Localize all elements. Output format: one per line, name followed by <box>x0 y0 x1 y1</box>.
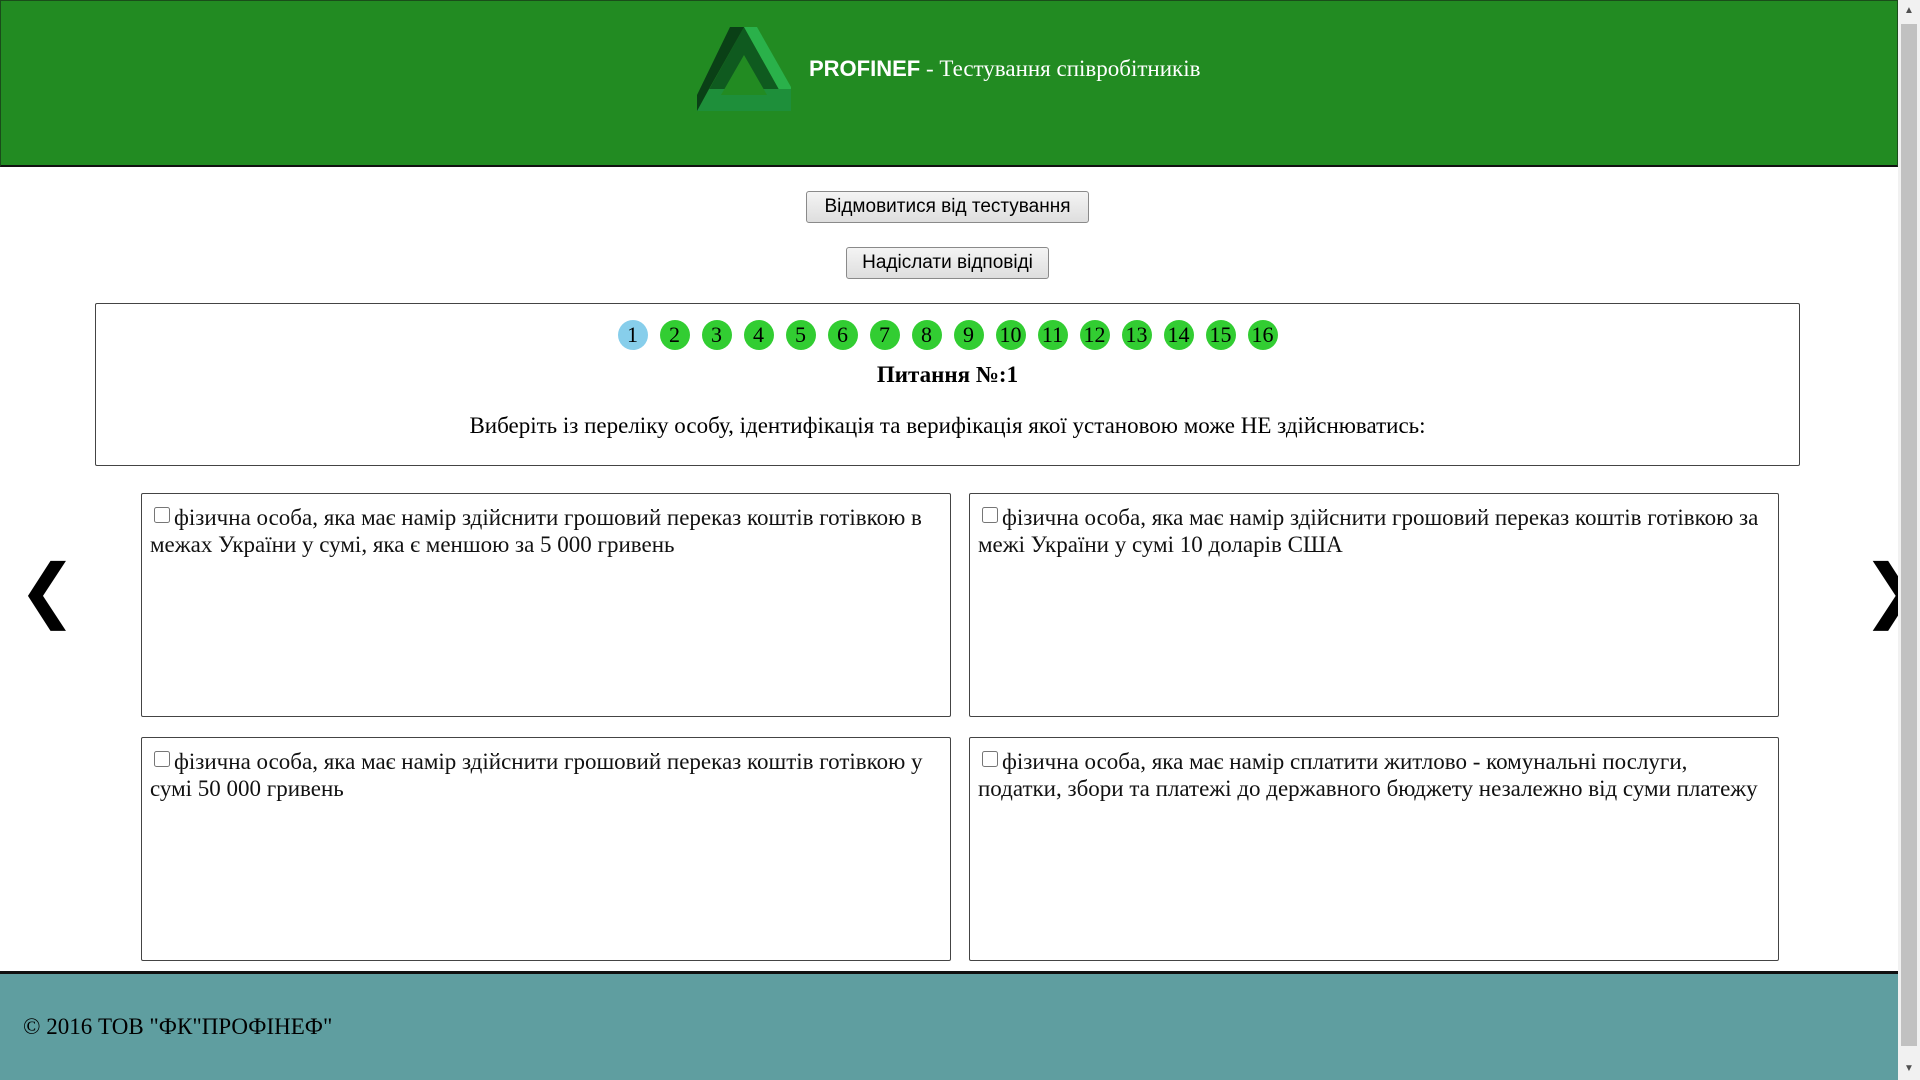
scrollbar-thumb[interactable] <box>1901 24 1917 1046</box>
question-nav-dot[interactable]: 10 <box>995 320 1026 350</box>
header: PROFINEF - Тестування співробітників <box>0 0 1898 167</box>
triangle-logo-icon <box>697 27 791 111</box>
question-navigator: 1 2 3 4 5 6 7 8 9 10 11 12 13 14 15 16 <box>96 320 1799 350</box>
question-nav-dot[interactable]: 1 <box>617 320 648 350</box>
answer-text-4: фізична особа, яка має намір сплатити жи… <box>978 749 1758 801</box>
scroll-down-arrow-icon[interactable]: ▼ <box>1898 1058 1920 1080</box>
question-nav-dot[interactable]: 5 <box>785 320 816 350</box>
answer-checkbox-4[interactable] <box>982 751 998 767</box>
question-nav-dot[interactable]: 16 <box>1247 320 1278 350</box>
answer-text-3: фізична особа, яка має намір здійснити г… <box>150 749 923 801</box>
answer-text-2: фізична особа, яка має намір здійснити г… <box>978 505 1759 557</box>
question-nav-dot[interactable]: 11 <box>1037 320 1068 350</box>
answer-option-2[interactable]: фізична особа, яка має намір здійснити г… <box>969 493 1779 717</box>
answer-text-1: фізична особа, яка має намір здійснити г… <box>150 505 922 557</box>
copyright-text: © 2016 ТОВ "ФК"ПРОФІНЕФ" <box>23 1014 333 1039</box>
brand-name: PROFINEF <box>809 56 921 81</box>
question-nav-dot[interactable]: 3 <box>701 320 732 350</box>
question-nav-dot[interactable]: 14 <box>1163 320 1194 350</box>
question-nav-dot[interactable]: 13 <box>1121 320 1152 350</box>
question-nav-dot[interactable]: 6 <box>827 320 858 350</box>
submit-answers-button[interactable]: Надіслати відповіді <box>846 247 1049 279</box>
answer-checkbox-2[interactable] <box>982 507 998 523</box>
answer-option-1[interactable]: фізична особа, яка має намір здійснити г… <box>141 493 951 717</box>
question-nav-dot[interactable]: 7 <box>869 320 900 350</box>
footer: © 2016 ТОВ "ФК"ПРОФІНЕФ" <box>0 971 1898 1080</box>
vertical-scrollbar[interactable]: ▲ ▼ <box>1898 0 1920 1080</box>
answer-option-3[interactable]: фізична особа, яка має намір здійснити г… <box>141 737 951 961</box>
answer-checkbox-3[interactable] <box>154 751 170 767</box>
question-nav-dot[interactable]: 12 <box>1079 320 1110 350</box>
question-title: Питання №:1 <box>876 362 1019 387</box>
answer-checkbox-1[interactable] <box>154 507 170 523</box>
brand: PROFINEF - Тестування співробітників <box>695 25 1200 113</box>
question-nav-dot[interactable]: 4 <box>743 320 774 350</box>
question-nav-dot[interactable]: 9 <box>953 320 984 350</box>
question-nav-dot[interactable]: 8 <box>911 320 942 350</box>
answer-option-4[interactable]: фізична особа, яка має намір сплатити жи… <box>969 737 1779 961</box>
scroll-up-arrow-icon[interactable]: ▲ <box>1898 0 1920 22</box>
question-panel: 1 2 3 4 5 6 7 8 9 10 11 12 13 14 15 16 Питання №:1 Вибе… <box>95 303 1800 466</box>
brand-title: PROFINEF - Тестування співробітників <box>809 56 1200 82</box>
question-nav-dot[interactable]: 15 <box>1205 320 1236 350</box>
brand-subtitle: - Тестування співробітників <box>920 56 1201 81</box>
page: PROFINEF - Тестування співробітників Від… <box>0 0 1920 1080</box>
question-text: Виберіть із переліку особу, ідентифікаці… <box>469 413 1426 438</box>
refuse-testing-button[interactable]: Відмовитися від тестування <box>806 191 1089 223</box>
chevron-left-icon[interactable]: ❮ <box>18 555 77 625</box>
question-nav-dot[interactable]: 2 <box>659 320 690 350</box>
